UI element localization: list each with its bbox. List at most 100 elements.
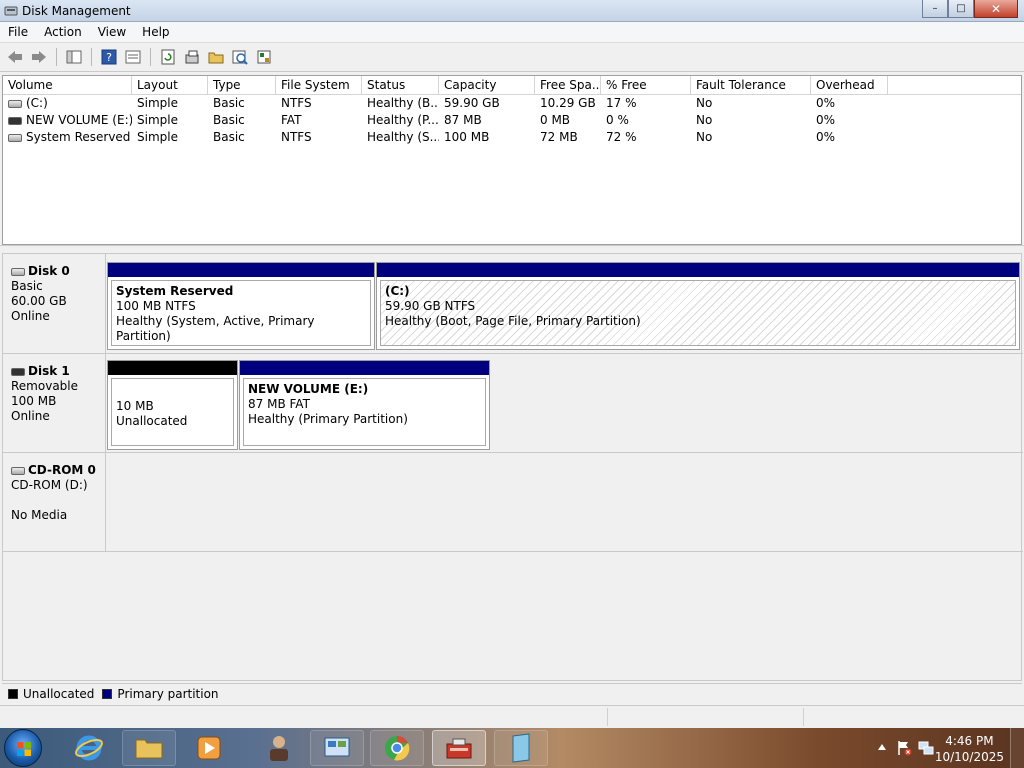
column-header-fault-tolerance[interactable]: Fault Tolerance bbox=[691, 76, 811, 94]
volume-free-space: 72 MB bbox=[540, 130, 578, 144]
taskbar-user-app[interactable] bbox=[252, 730, 306, 766]
cdrom-0-label[interactable]: CD-ROM 0 CD-ROM (D:) No Media bbox=[3, 453, 106, 551]
toolbar-separator bbox=[56, 48, 57, 66]
disk-1-label[interactable]: Disk 1 Removable 100 MB Online bbox=[3, 354, 106, 452]
disk-type: Basic bbox=[11, 279, 43, 293]
volume-free-space: 10.29 GB bbox=[540, 96, 596, 110]
windows-logo-icon bbox=[17, 742, 31, 756]
partition-status: Healthy (Primary Partition) bbox=[248, 412, 408, 426]
volume-name: NEW VOLUME (E:) bbox=[26, 113, 132, 127]
network-icon[interactable] bbox=[918, 740, 934, 756]
settings-icon bbox=[257, 50, 271, 64]
explore-icon bbox=[232, 50, 248, 65]
disk-name: CD-ROM 0 bbox=[28, 463, 96, 477]
taskbar-control-panel[interactable] bbox=[310, 730, 364, 766]
open-button[interactable] bbox=[205, 46, 227, 68]
volume-status: Healthy (P... bbox=[367, 113, 439, 127]
toolbar-separator bbox=[150, 48, 151, 66]
volume-list[interactable]: Volume Layout Type File System Status Ca… bbox=[2, 75, 1022, 245]
volume-file-system: NTFS bbox=[281, 96, 312, 110]
column-header-overhead[interactable]: Overhead bbox=[811, 76, 888, 94]
explore-button[interactable] bbox=[229, 46, 251, 68]
column-header-type[interactable]: Type bbox=[208, 76, 276, 94]
column-header-file-system[interactable]: File System bbox=[276, 76, 362, 94]
partition-status: Unallocated bbox=[116, 414, 188, 428]
disk-management-icon bbox=[4, 6, 18, 16]
taskbar-file-explorer[interactable] bbox=[122, 730, 176, 766]
disk-name: Disk 1 bbox=[28, 364, 70, 378]
volume-percent-free: 17 % bbox=[606, 96, 637, 110]
disk-name: Disk 0 bbox=[28, 264, 70, 278]
close-button[interactable]: ✕ bbox=[974, 0, 1018, 18]
properties-button[interactable] bbox=[122, 46, 144, 68]
show-desktop-button[interactable] bbox=[1010, 728, 1024, 768]
start-button[interactable] bbox=[4, 729, 42, 767]
svg-text:?: ? bbox=[106, 51, 112, 64]
column-header-percent-free[interactable]: % Free bbox=[601, 76, 691, 94]
volume-percent-free: 72 % bbox=[606, 130, 637, 144]
maximize-button[interactable]: □ bbox=[948, 0, 974, 18]
disk-1-row: Disk 1 Removable 100 MB Online 10 MB Una… bbox=[3, 354, 1023, 453]
clock-time: 4:46 PM bbox=[945, 734, 994, 748]
computer-management-icon bbox=[446, 738, 472, 759]
volume-layout: Simple bbox=[137, 130, 178, 144]
disk-state: Online bbox=[11, 409, 50, 423]
taskbar-chrome[interactable] bbox=[370, 730, 424, 766]
rescan-disks-button[interactable] bbox=[181, 46, 203, 68]
menu-file[interactable]: File bbox=[0, 22, 36, 43]
removable-drive-icon bbox=[8, 116, 22, 125]
column-header-volume[interactable]: Volume bbox=[3, 76, 132, 94]
clock[interactable]: 4:46 PM 10/10/2025 bbox=[935, 733, 1004, 765]
pane-splitter[interactable] bbox=[0, 245, 1024, 253]
menu-help[interactable]: Help bbox=[134, 22, 177, 43]
partition-new-volume-e[interactable]: NEW VOLUME (E:) 87 MB FAT Healthy (Prima… bbox=[239, 360, 490, 450]
minimize-icon: – bbox=[932, 3, 938, 14]
cdrom-0-row: CD-ROM 0 CD-ROM (D:) No Media bbox=[3, 453, 1023, 552]
removable-drive-icon bbox=[11, 367, 25, 376]
column-header-layout[interactable]: Layout bbox=[132, 76, 208, 94]
table-row[interactable]: NEW VOLUME (E:) Simple Basic FAT Healthy… bbox=[3, 112, 1021, 129]
show-hide-console-tree-button[interactable] bbox=[63, 46, 85, 68]
taskbar-app[interactable] bbox=[494, 730, 548, 766]
column-header-free-space[interactable]: Free Spa... bbox=[535, 76, 601, 94]
cdrom-drive: CD-ROM (D:) bbox=[11, 478, 88, 492]
back-button[interactable] bbox=[4, 46, 26, 68]
partition-status: Healthy (System, Active, Primary Partiti… bbox=[116, 314, 315, 343]
legend-primary: Primary partition bbox=[117, 686, 219, 701]
partition-c[interactable]: (C:) 59.90 GB NTFS Healthy (Boot, Page F… bbox=[376, 262, 1020, 350]
disk-0-label[interactable]: Disk 0 Basic 60.00 GB Online bbox=[3, 254, 106, 353]
column-header-capacity[interactable]: Capacity bbox=[439, 76, 535, 94]
minimize-button[interactable]: – bbox=[922, 0, 948, 18]
forward-button[interactable] bbox=[28, 46, 50, 68]
refresh-button[interactable] bbox=[157, 46, 179, 68]
table-row[interactable]: System Reserved Simple Basic NTFS Health… bbox=[3, 129, 1021, 146]
settings-button[interactable] bbox=[253, 46, 275, 68]
table-row[interactable]: (C:) Simple Basic NTFS Healthy (B... 59.… bbox=[3, 95, 1021, 112]
taskbar-media-player[interactable] bbox=[182, 730, 236, 766]
taskbar-computer-management[interactable] bbox=[432, 730, 486, 766]
partition-unallocated[interactable]: 10 MB Unallocated bbox=[107, 360, 238, 450]
disk-0-row: Disk 0 Basic 60.00 GB Online System Rese… bbox=[3, 254, 1023, 354]
column-header-status[interactable]: Status bbox=[362, 76, 439, 94]
volume-free-space: 0 MB bbox=[540, 113, 571, 127]
volume-status: Healthy (B... bbox=[367, 96, 439, 110]
volume-type: Basic bbox=[213, 96, 245, 110]
help-button[interactable]: ? bbox=[98, 46, 120, 68]
partition-size: 10 MB bbox=[116, 399, 154, 413]
volume-fault-tolerance: No bbox=[696, 113, 713, 127]
cdrom-media: No Media bbox=[11, 508, 68, 522]
partition-size: 87 MB FAT bbox=[248, 397, 310, 411]
taskbar-internet-explorer[interactable] bbox=[62, 730, 116, 766]
partition-system-reserved[interactable]: System Reserved 100 MB NTFS Healthy (Sys… bbox=[107, 262, 375, 350]
document-icon bbox=[512, 733, 530, 763]
clock-date: 10/10/2025 bbox=[934, 750, 1004, 764]
refresh-icon bbox=[161, 49, 175, 65]
menu-action[interactable]: Action bbox=[36, 22, 90, 43]
hard-drive-icon bbox=[8, 99, 22, 108]
disk-size: 60.00 GB bbox=[11, 294, 67, 308]
menu-view[interactable]: View bbox=[90, 22, 134, 43]
show-hidden-icons-icon[interactable] bbox=[878, 744, 886, 750]
partition-title: NEW VOLUME (E:) bbox=[248, 382, 369, 396]
toolbar: ? bbox=[0, 43, 1024, 72]
action-center-icon[interactable] bbox=[896, 740, 912, 756]
